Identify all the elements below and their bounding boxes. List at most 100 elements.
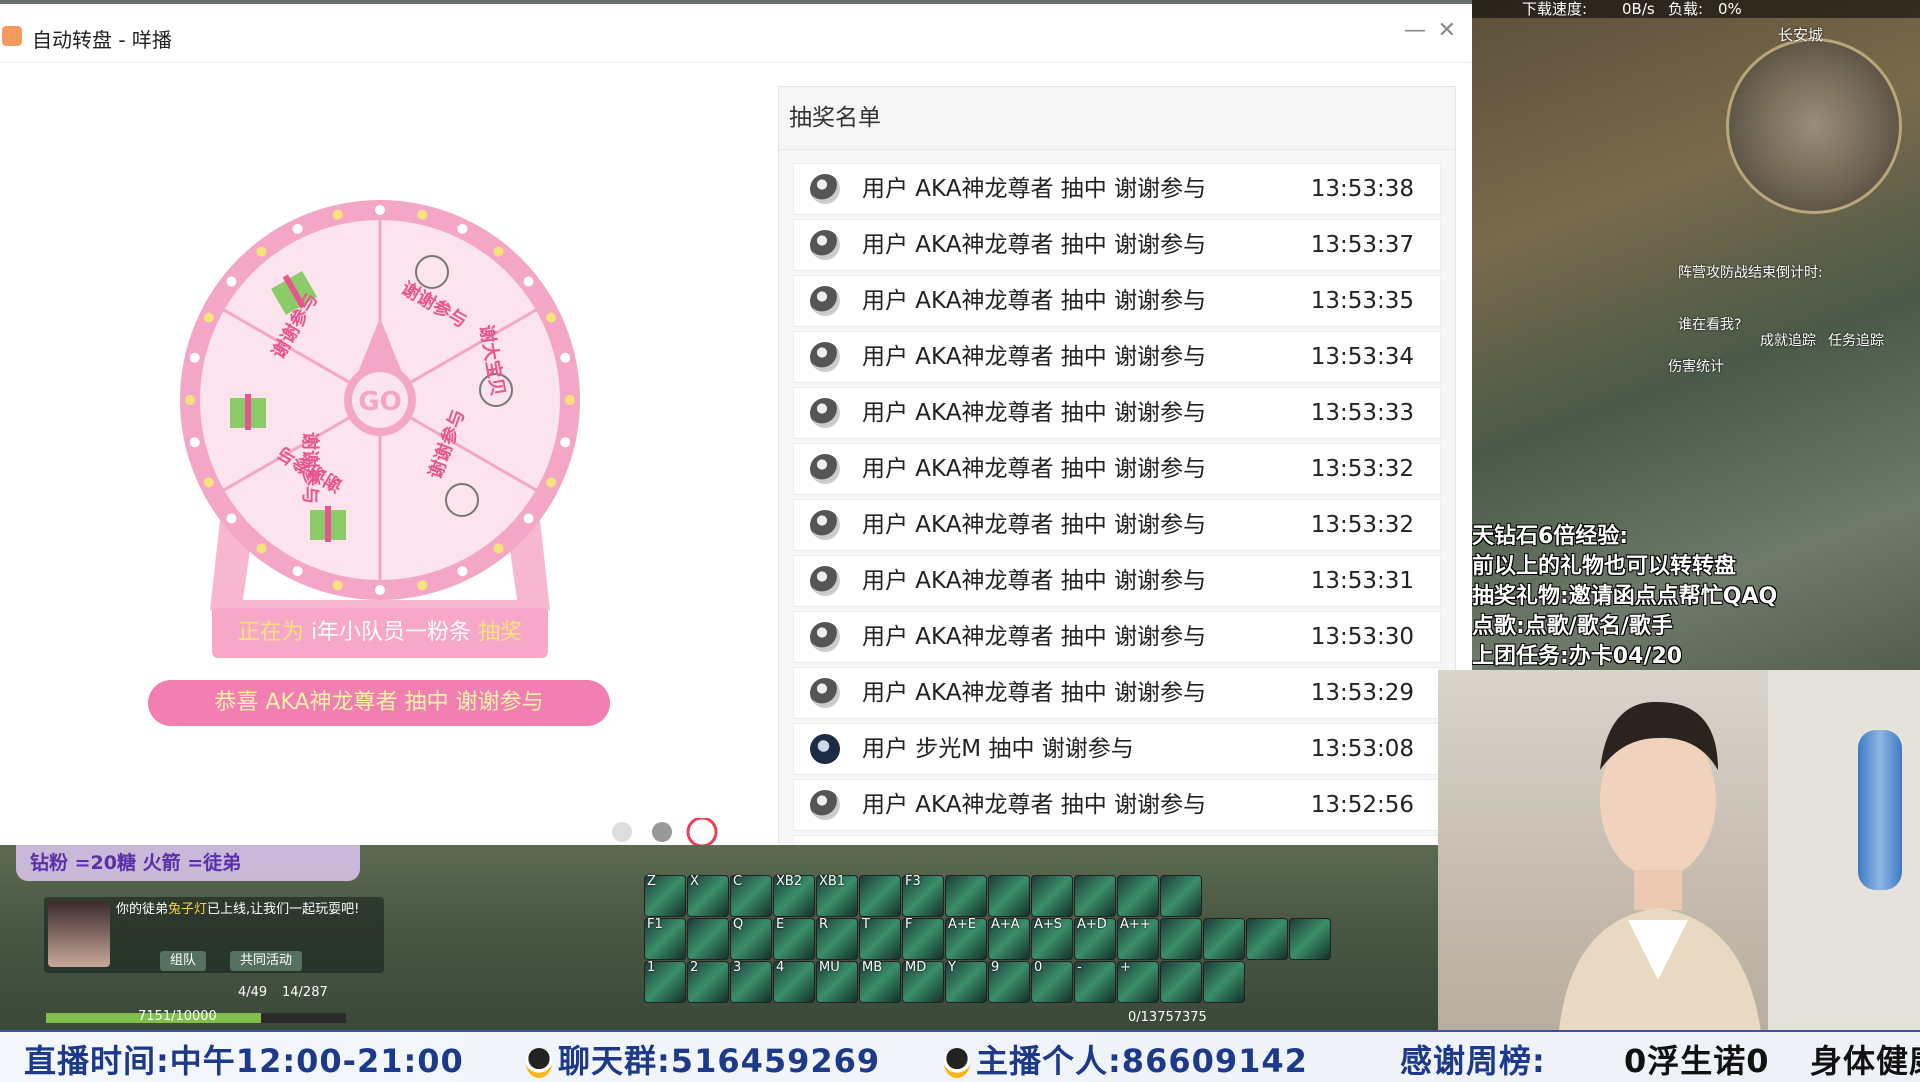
skill-key: F3 bbox=[905, 874, 921, 889]
avatar bbox=[810, 174, 840, 204]
ticker-personal: 主播个人:86609142 bbox=[944, 1036, 1308, 1082]
skill-slot[interactable]: A++ bbox=[1117, 917, 1159, 960]
hp-text: 7151/10000 bbox=[138, 1009, 217, 1024]
skill-slot[interactable]: 1 bbox=[644, 960, 686, 1003]
skill-slot[interactable]: Q bbox=[730, 917, 772, 960]
skill-slot[interactable]: 2 bbox=[687, 960, 729, 1003]
skill-slot[interactable]: A+S bbox=[1031, 917, 1073, 960]
skill-slot[interactable]: C bbox=[730, 874, 772, 917]
minimap[interactable] bbox=[1726, 38, 1902, 214]
skill-slot[interactable] bbox=[1031, 875, 1073, 917]
skill-slot[interactable] bbox=[988, 875, 1030, 917]
skill-key: Z bbox=[647, 874, 656, 889]
net-status-bar: 下载速度: 0B/s 负载: 0% bbox=[1472, 0, 1920, 18]
list-item: 用户 AKA神龙尊者 抽中 谢谢参与 13:53:32 bbox=[793, 499, 1441, 551]
rim-light bbox=[560, 437, 571, 448]
minimize-button[interactable]: — bbox=[1404, 18, 1426, 43]
skill-slot[interactable]: Z bbox=[644, 874, 686, 917]
skill-key: R bbox=[819, 917, 829, 932]
skill-slot[interactable]: F bbox=[902, 917, 944, 960]
rim-light bbox=[185, 395, 195, 405]
skill-slot[interactable] bbox=[1203, 918, 1245, 960]
skill-slot[interactable] bbox=[859, 875, 901, 917]
rim-light bbox=[457, 566, 468, 577]
skill-slot[interactable]: Y bbox=[945, 960, 987, 1003]
skill-slot[interactable]: 0 bbox=[1031, 960, 1073, 1003]
skill-slot[interactable]: A+D bbox=[1074, 917, 1116, 960]
skill-slot[interactable]: MD bbox=[902, 960, 944, 1003]
pager-dot[interactable] bbox=[612, 822, 632, 842]
close-button[interactable]: ✕ bbox=[1438, 18, 1456, 43]
team-button[interactable]: 组队 bbox=[160, 951, 207, 971]
rim-light bbox=[546, 477, 557, 488]
rim-light bbox=[493, 543, 504, 554]
current-draw-banner: 正在为 i年小队员一粉条 抽奖 bbox=[212, 608, 548, 658]
skill-slot[interactable]: A+A bbox=[988, 917, 1030, 960]
pager-dots bbox=[608, 816, 718, 848]
skill-slot[interactable]: 9 bbox=[988, 960, 1030, 1003]
list-item: 用户 AKA神龙尊者 抽中 谢谢参与 13:53:38 bbox=[793, 163, 1441, 215]
prize-wheel: 谢谢参与 谢谢参与 谢大宝贝 谢谢参与 谢谢参与 谢谢参与 GO bbox=[150, 180, 610, 760]
skill-slot[interactable] bbox=[1074, 875, 1116, 917]
list-item-time: 13:53:32 bbox=[1310, 512, 1414, 538]
pager-dot[interactable] bbox=[652, 822, 672, 842]
skill-key: A+S bbox=[1034, 917, 1063, 932]
avatar bbox=[810, 510, 840, 540]
skill-slot[interactable]: + bbox=[1117, 960, 1159, 1003]
skill-slot[interactable]: XB1 bbox=[816, 874, 858, 917]
skill-slot[interactable]: MB bbox=[859, 960, 901, 1003]
skill-slot[interactable] bbox=[687, 918, 729, 960]
skill-key: 1 bbox=[647, 960, 656, 975]
qq-icon bbox=[944, 1048, 970, 1078]
rim-light bbox=[546, 312, 557, 323]
result-bar: 恭喜 AKA神龙尊者 抽中 谢谢参与 bbox=[148, 680, 610, 726]
gift-icon bbox=[310, 506, 346, 542]
skill-slot[interactable] bbox=[945, 875, 987, 917]
result-mid: 抽中 bbox=[404, 690, 449, 715]
skill-slot[interactable]: 3 bbox=[730, 960, 772, 1003]
quest-tab[interactable]: 任务追踪 bbox=[1828, 330, 1884, 350]
rim-light bbox=[523, 276, 534, 287]
activity-button[interactable]: 共同活动 bbox=[230, 951, 303, 971]
list-item-time: 13:53:08 bbox=[1310, 736, 1414, 762]
list-item-text: 用户 AKA神龙尊者 抽中 谢谢参与 bbox=[862, 792, 1207, 818]
skill-slot[interactable]: F1 bbox=[644, 917, 686, 960]
load-label: 负载: bbox=[1668, 0, 1704, 18]
damage-stats[interactable]: 伤害统计 bbox=[1668, 356, 1724, 376]
wheel-graphic: 谢谢参与 谢谢参与 谢大宝贝 谢谢参与 谢谢参与 谢谢参与 GO bbox=[180, 200, 580, 622]
skill-key: 9 bbox=[991, 960, 1000, 975]
skill-slot[interactable] bbox=[1160, 875, 1202, 917]
skill-slot[interactable]: A+E bbox=[945, 917, 987, 960]
skill-slot[interactable]: R bbox=[816, 917, 858, 960]
skill-key: E bbox=[776, 917, 785, 932]
rim-light bbox=[523, 513, 534, 524]
avatar bbox=[810, 286, 840, 316]
skill-slot[interactable]: - bbox=[1074, 960, 1116, 1003]
skill-slot[interactable]: E bbox=[773, 917, 815, 960]
banner-suffix: 抽奖 bbox=[478, 620, 523, 645]
achievement-tab[interactable]: 成就追踪 bbox=[1760, 330, 1816, 350]
skill-key: XB1 bbox=[819, 874, 846, 889]
skill-slot[interactable]: X bbox=[687, 874, 729, 917]
skill-slot[interactable]: XB2 bbox=[773, 874, 815, 917]
skill-slot[interactable]: MU bbox=[816, 960, 858, 1003]
skill-slot[interactable] bbox=[1117, 875, 1159, 917]
list-item: 用户 AKA神龙尊者 抽中 谢谢参与 13:53:31 bbox=[793, 555, 1441, 607]
skill-slot[interactable] bbox=[1160, 961, 1202, 1003]
skill-slot[interactable] bbox=[1160, 918, 1202, 960]
skill-slot[interactable] bbox=[1289, 918, 1331, 960]
list-item-time: 13:53:29 bbox=[1310, 680, 1414, 706]
skill-slot[interactable]: 4 bbox=[773, 960, 815, 1003]
ticker-group: 聊天群:516459269 bbox=[526, 1036, 880, 1082]
record-icon[interactable] bbox=[686, 816, 718, 848]
skill-slot[interactable] bbox=[1246, 918, 1288, 960]
list-item: 用户 AKA神龙尊者 抽中 谢谢参与 13:53:33 bbox=[793, 387, 1441, 439]
rim-light bbox=[256, 246, 267, 257]
overlay-line: 上团任务:办卡04/20 bbox=[1472, 644, 1683, 669]
skill-slot[interactable]: F3 bbox=[902, 874, 944, 917]
exp-text: 0/13757375 bbox=[1128, 1010, 1207, 1025]
who-watch-text[interactable]: 谁在看我? bbox=[1678, 314, 1741, 334]
list-item-time: 13:53:32 bbox=[1310, 456, 1414, 482]
skill-slot[interactable]: T bbox=[859, 917, 901, 960]
skill-slot[interactable] bbox=[1203, 961, 1245, 1003]
